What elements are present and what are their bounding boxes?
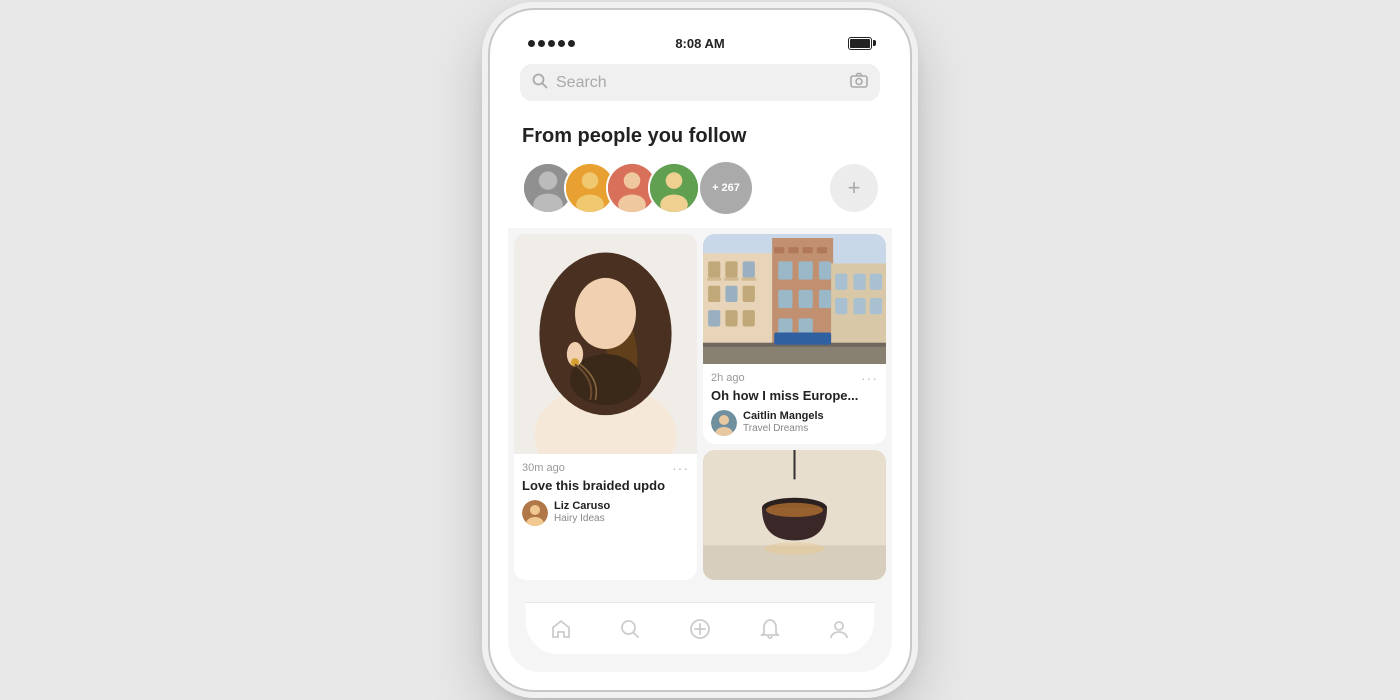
avatar-4[interactable] (648, 162, 700, 214)
status-bar: 8:08 AM (508, 28, 892, 56)
battery-icon (848, 37, 872, 50)
pin-column-right: 2h ago ··· Oh how I miss Europe... (703, 234, 886, 580)
pin-more-hair[interactable]: ··· (672, 460, 689, 476)
signal-dot-5 (568, 40, 575, 47)
pin-title-europe: Oh how I miss Europe... (711, 388, 878, 405)
pin-user-board-hair: Hairy Ideas (554, 513, 610, 525)
status-time: 8:08 AM (675, 36, 724, 51)
pin-image-hair (514, 234, 697, 454)
search-placeholder[interactable]: Search (556, 74, 842, 92)
signal-dot-4 (558, 40, 565, 47)
pin-user-avatar-europe (711, 410, 737, 436)
pin-meta-europe: 2h ago ··· Oh how I miss Europe... (703, 364, 886, 444)
more-count-text: + 267 (712, 182, 740, 194)
section-title: From people you follow (508, 111, 892, 156)
pin-user-avatar-hair (522, 500, 548, 526)
avatar-more[interactable]: + 267 (700, 162, 752, 214)
signal-indicator (528, 40, 575, 47)
content-area[interactable]: From people you follow (508, 111, 892, 667)
signal-dot-3 (548, 40, 555, 47)
bottom-nav (526, 602, 874, 654)
pin-time-hair: 30m ago ··· (522, 460, 689, 476)
pin-user-name-hair: Liz Caruso (554, 500, 610, 513)
pin-more-europe[interactable]: ··· (861, 370, 878, 386)
pin-meta-hair: 30m ago ··· Love this braided updo (514, 454, 697, 534)
nav-add[interactable] (689, 618, 711, 640)
phone-screen: 8:08 AM Search (508, 28, 892, 672)
pin-image-lamp (703, 450, 886, 580)
pin-card-hair[interactable]: 30m ago ··· Love this braided updo (514, 234, 697, 580)
pin-card-lamp[interactable] (703, 450, 886, 580)
pin-user-name-europe: Caitlin Mangels (743, 410, 824, 423)
search-bar-container: Search (508, 56, 892, 111)
nav-notifications[interactable] (759, 618, 781, 640)
nav-search[interactable] (619, 618, 641, 640)
phone-wrapper: 8:08 AM Search (490, 10, 910, 690)
pin-user-info-europe: Caitlin Mangels Travel Dreams (743, 410, 824, 435)
nav-profile[interactable] (828, 618, 850, 640)
followers-avatars: + 267 (522, 162, 752, 214)
pin-title-hair: Love this braided updo (522, 478, 689, 495)
pin-user-row-europe[interactable]: Caitlin Mangels Travel Dreams (711, 410, 878, 436)
pin-grid: 30m ago ··· Love this braided updo (508, 228, 892, 586)
signal-dot-2 (538, 40, 545, 47)
pin-user-row-hair[interactable]: Liz Caruso Hairy Ideas (522, 500, 689, 526)
nav-home[interactable] (550, 618, 572, 640)
plus-icon: + (848, 177, 861, 199)
signal-dot-1 (528, 40, 535, 47)
camera-icon[interactable] (850, 72, 868, 93)
battery-fill (850, 39, 870, 48)
pin-card-europe[interactable]: 2h ago ··· Oh how I miss Europe... (703, 234, 886, 444)
pin-user-info-hair: Liz Caruso Hairy Ideas (554, 500, 610, 525)
people-row: + 267 + (508, 156, 892, 228)
search-icon (532, 73, 548, 93)
add-following-button[interactable]: + (830, 164, 878, 212)
phone-frame: 8:08 AM Search (490, 10, 910, 690)
pin-user-board-europe: Travel Dreams (743, 423, 824, 435)
pin-time-europe: 2h ago ··· (711, 370, 878, 386)
pin-image-europe (703, 234, 886, 364)
search-bar[interactable]: Search (520, 64, 880, 101)
